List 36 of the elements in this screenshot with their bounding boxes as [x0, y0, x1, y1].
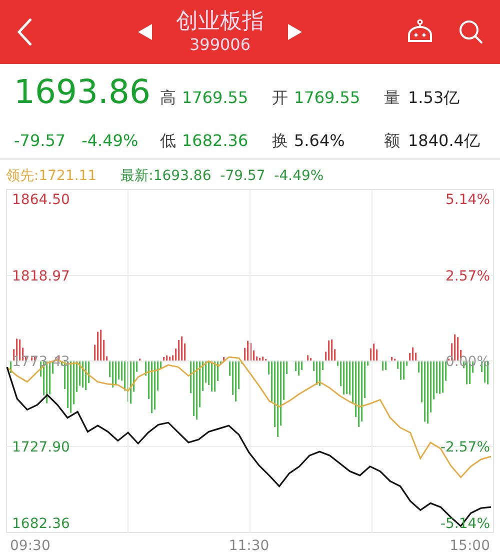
axis-label: 2.57%: [446, 268, 490, 284]
robot-icon[interactable]: [406, 19, 434, 45]
time-label: 09:30: [10, 538, 50, 554]
stat-value: 5.64%: [294, 130, 346, 152]
stat-label: 量: [384, 87, 401, 109]
legend-text: 最新:1693.86 -79.57 -4.49%: [120, 167, 324, 186]
axis-label: -5.14%: [440, 516, 490, 532]
previous-icon[interactable]: [138, 24, 152, 40]
time-label: 11:30: [228, 538, 270, 554]
axis-label: 5.14%: [446, 192, 490, 208]
stat-value: 1840.4亿: [408, 130, 481, 152]
stat-value: 1769.55: [294, 87, 362, 109]
axis-label: 0.00%: [446, 354, 490, 370]
stat-label: 高: [160, 87, 177, 109]
stat-label: 换: [272, 130, 289, 152]
stat-value: 1769.55: [182, 87, 250, 109]
axis-label: -2.57%: [440, 440, 490, 456]
stat-label: 低: [160, 130, 177, 152]
time-label: 15:00: [450, 538, 490, 554]
last-price: 1693.86: [14, 74, 152, 110]
axis-label: 1727.90: [12, 440, 70, 456]
legend-text: 领先:1721.11: [6, 167, 97, 186]
search-icon[interactable]: [458, 19, 484, 45]
stat-label: 开: [272, 87, 289, 109]
axis-label: 1864.50: [12, 192, 70, 208]
back-icon[interactable]: [16, 17, 34, 47]
stat-value: 1.53亿: [408, 87, 461, 109]
index-code: 399006: [188, 35, 252, 55]
stat-label: 额: [384, 130, 401, 152]
index-title: 创业板指: [176, 9, 264, 35]
axis-label: 1682.36: [12, 516, 70, 532]
axis-label: 1818.97: [12, 268, 70, 284]
stat-value: 1682.36: [182, 130, 250, 152]
price-change: -79.57: [14, 130, 66, 152]
percent-change: -4.49%: [82, 130, 138, 152]
next-icon[interactable]: [288, 24, 302, 40]
